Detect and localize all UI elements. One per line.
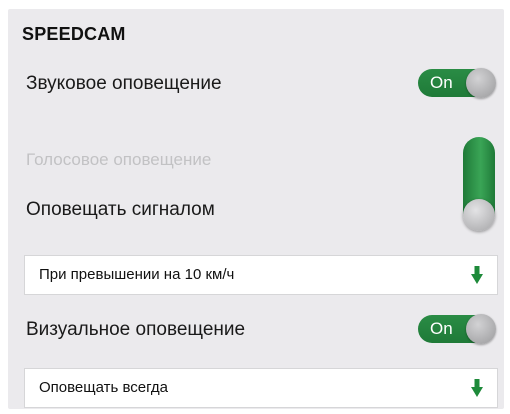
sound-alert-toggle[interactable]: On: [418, 68, 498, 98]
toggle-knob: [466, 314, 496, 344]
toggle-knob: [466, 68, 496, 98]
arrow-down-icon: [471, 266, 483, 284]
voice-alert-label: Голосовое оповещение: [26, 150, 212, 169]
sound-alert-label: Звуковое оповещение: [26, 73, 222, 94]
speed-threshold-value: При превышении на 10 км/ч: [39, 266, 235, 283]
visual-mode-value: Оповещать всегда: [39, 379, 169, 396]
signal-alert-label: Оповещать сигналом: [26, 199, 215, 220]
toggle-on-text: On: [430, 319, 453, 338]
visual-alert-toggle[interactable]: On: [418, 314, 498, 344]
speedcam-settings-panel: SPEEDCAM Звуковое оповещение On Голосово…: [8, 9, 504, 409]
voice-signal-vertical-toggle[interactable]: [463, 137, 495, 233]
speed-threshold-select[interactable]: При превышении на 10 км/ч: [24, 255, 498, 295]
arrow-down-icon: [471, 379, 483, 397]
toggle-on-text: On: [430, 73, 453, 92]
vertical-toggle-knob[interactable]: [463, 199, 495, 231]
visual-alert-label: Визуальное оповещение: [26, 319, 246, 340]
visual-mode-select[interactable]: Оповещать всегда: [24, 368, 498, 408]
section-title: SPEEDCAM: [22, 24, 126, 44]
